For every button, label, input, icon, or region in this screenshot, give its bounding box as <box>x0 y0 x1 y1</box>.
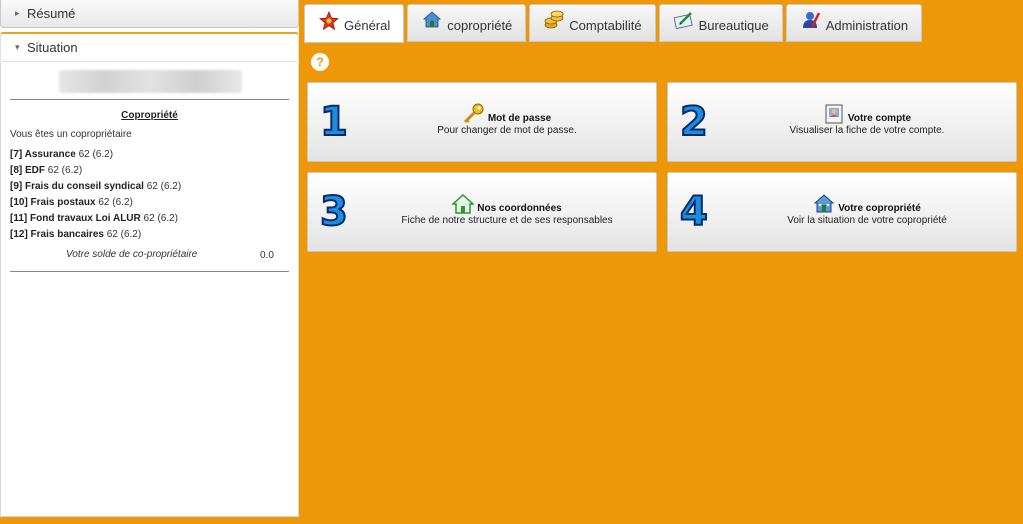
situation-panel: Copropriété Vous êtes un copropriétaire … <box>0 62 299 517</box>
card-title: Votre copropriété <box>838 203 921 214</box>
tab-comptabilite[interactable]: Comptabilité <box>529 4 656 42</box>
card-title: Votre compte <box>847 113 912 124</box>
tab-copropriete[interactable]: copropriété <box>407 4 527 42</box>
charge-row: [7] Assurance 62 (6.2) <box>10 149 289 165</box>
accordion-situation-header[interactable]: ▾ Situation <box>0 32 299 62</box>
charges-list: [7] Assurance 62 (6.2) [8] EDF 62 (6.2) … <box>10 149 289 245</box>
card-description: Voir la situation de votre copropriété <box>787 215 947 226</box>
card-mot-de-passe[interactable]: 1 Mot de passe Pour changer de mot de pa… <box>307 82 657 162</box>
tab-label: Général <box>344 18 391 33</box>
tab-label: Administration <box>825 17 909 33</box>
tab-administration[interactable]: Administration <box>785 4 923 42</box>
main-tabs: Général copropriété Comptabilité Bureaut… <box>304 4 925 43</box>
tab-general[interactable]: Général <box>304 4 405 43</box>
admin-icon <box>802 12 820 28</box>
sidebar: ▸ Résumé ▾ Situation Copropriété Vous êt… <box>0 0 299 517</box>
charge-name: [8] EDF <box>10 165 45 176</box>
chevron-right-icon: ▸ <box>15 8 20 18</box>
charge-row: [8] EDF 62 (6.2) <box>10 165 289 181</box>
accordion-situation-label: Situation <box>27 40 78 55</box>
accordion-resume-label: Résumé <box>27 6 76 21</box>
charge-name: [10] Frais postaux <box>10 197 96 208</box>
charge-name: [9] Frais du conseil syndical <box>10 181 144 192</box>
charge-name: [11] Fond travaux Loi ALUR <box>10 213 141 224</box>
card-number: 3 <box>319 188 349 236</box>
coins-icon <box>544 10 564 29</box>
chevron-down-icon: ▾ <box>15 42 20 52</box>
charge-value: 62 (6.2) <box>143 213 179 224</box>
charge-value: 62 (6.2) <box>146 181 182 192</box>
building-icon <box>813 194 835 213</box>
charge-row: [9] Frais du conseil syndical 62 (6.2) <box>10 181 289 197</box>
help-icon[interactable]: ? <box>311 53 329 71</box>
card-number: 2 <box>679 98 709 146</box>
charge-value: 62 (6.2) <box>106 229 142 240</box>
charge-row: [12] Frais bancaires 62 (6.2) <box>10 229 289 245</box>
charge-name: [7] Assurance <box>10 149 76 160</box>
card-nos-coordonnees[interactable]: 3 Nos coordonnées Fiche de notre structu… <box>307 172 657 252</box>
charge-value: 62 (6.2) <box>47 165 83 176</box>
card-description: Pour changer de mot de passe. <box>437 125 577 136</box>
redacted-owner-name <box>59 70 242 93</box>
balance-label: Votre solde de co-propriétaire <box>66 249 198 260</box>
key-icon <box>463 103 484 124</box>
tab-label: Comptabilité <box>569 17 642 33</box>
tab-bureautique[interactable]: Bureautique <box>658 4 783 42</box>
charge-value: 62 (6.2) <box>78 149 114 160</box>
charge-name: [12] Frais bancaires <box>10 229 104 240</box>
balance-value: 0.0 <box>260 250 274 261</box>
owner-status-text: Vous êtes un copropriétaire <box>10 129 132 140</box>
green-house-icon <box>452 193 475 214</box>
house-icon <box>423 11 442 28</box>
charge-row: [11] Fond travaux Loi ALUR 62 (6.2) <box>10 213 289 229</box>
card-description: Fiche de notre structure et de ses respo… <box>401 215 613 226</box>
card-title: Mot de passe <box>487 113 552 124</box>
id-card-icon <box>825 104 843 124</box>
card-description: Visualiser la fiche de votre compte. <box>789 125 945 136</box>
card-votre-copropriete[interactable]: 4 Votre copropriété Voir la situation de… <box>667 172 1017 252</box>
section-title: Copropriété <box>121 110 178 121</box>
charge-row: [10] Frais postaux 62 (6.2) <box>10 197 289 213</box>
card-pen-icon <box>673 12 693 30</box>
accordion-resume-header[interactable]: ▸ Résumé <box>0 0 299 28</box>
tab-label: Bureautique <box>698 17 769 33</box>
card-number: 4 <box>679 188 709 236</box>
card-votre-compte[interactable]: 2 Votre compte Visualiser la fiche de vo… <box>667 82 1017 162</box>
card-number: 1 <box>319 98 349 146</box>
charge-value: 62 (6.2) <box>98 197 133 208</box>
divider <box>10 271 289 272</box>
star-icon <box>319 10 339 30</box>
tab-label: copropriété <box>447 17 513 33</box>
divider <box>10 99 289 100</box>
card-title: Nos coordonnées <box>477 203 562 214</box>
